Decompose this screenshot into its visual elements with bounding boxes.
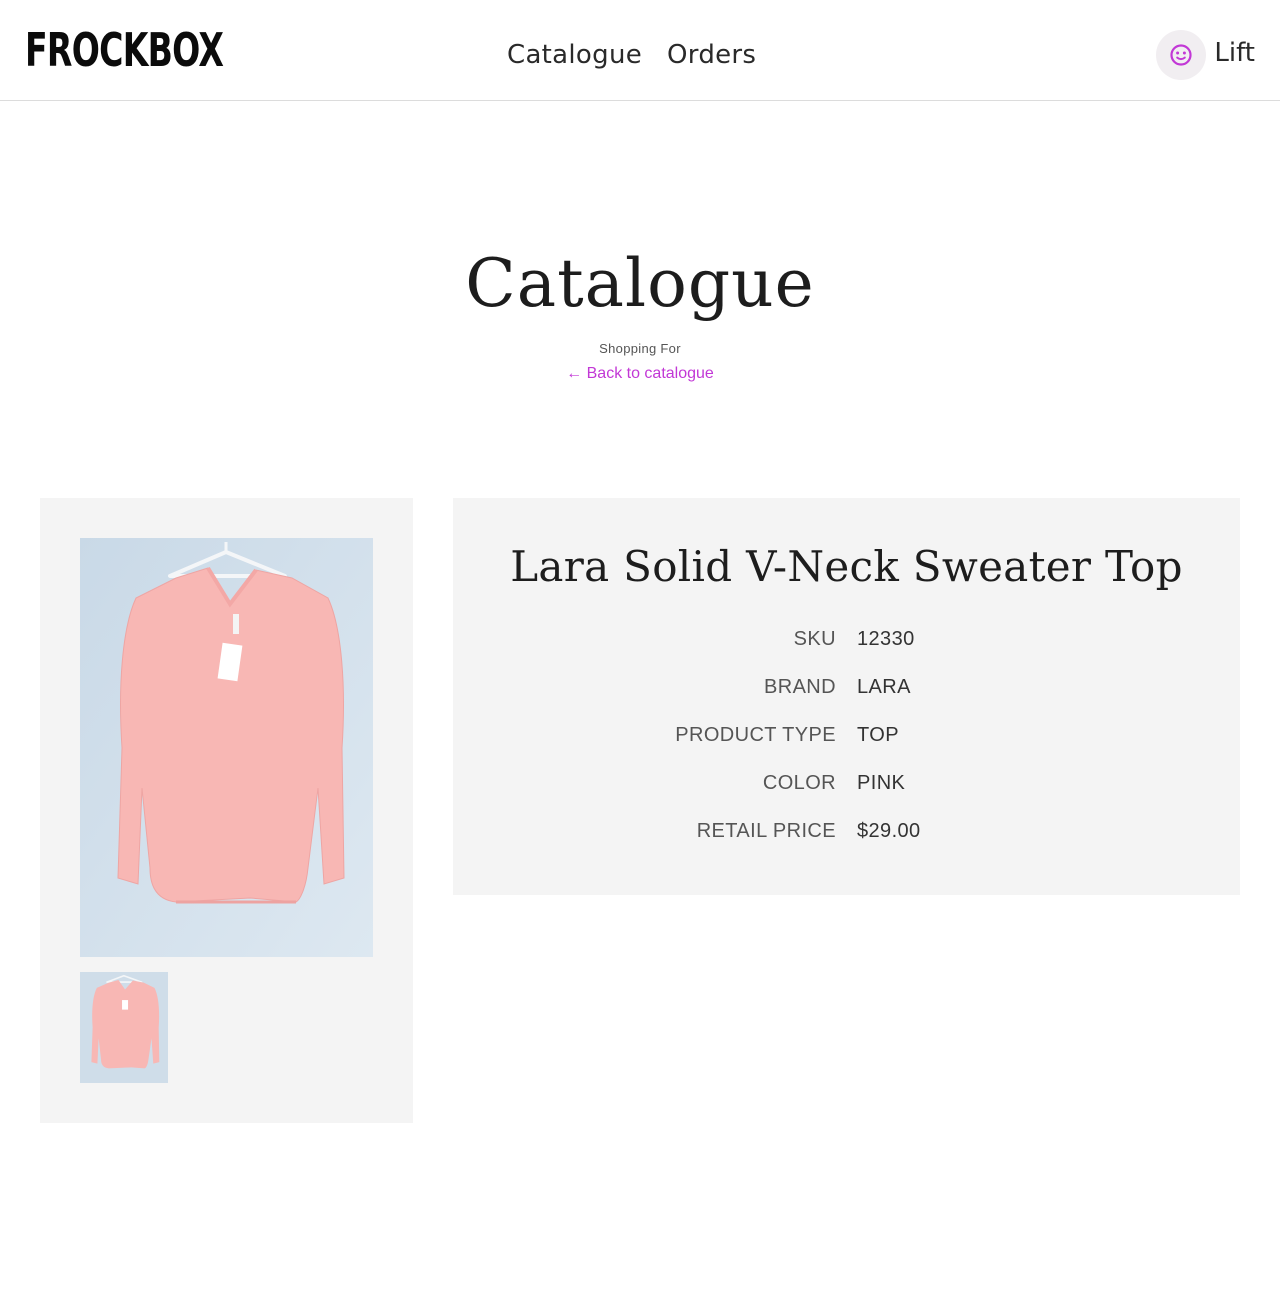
pink-sweater-on-hanger-photo (80, 538, 373, 957)
spec-row-product-type: PRODUCT TYPE TOP (453, 721, 1240, 749)
user-name[interactable]: Lift (1214, 30, 1255, 76)
spec-label: BRAND (763, 676, 836, 698)
product-details-panel: Lara Solid V-Neck Sweater Top SKU 12330 … (453, 498, 1240, 895)
frockbox-logo[interactable]: FROCKBOX (25, 24, 224, 76)
spec-label: RETAIL PRICE (696, 820, 836, 842)
nav-orders-link[interactable]: Orders (667, 36, 756, 74)
avatar[interactable] (1156, 30, 1207, 80)
spec-row-brand: BRAND LARA (453, 673, 1240, 701)
smiley-face-icon (1170, 44, 1192, 66)
spec-row-color: COLOR PINK (453, 769, 1240, 797)
product-image-gallery (40, 498, 413, 1123)
product-main-image[interactable] (80, 538, 373, 957)
back-to-catalogue-link[interactable]: ← Back to catalogue (0, 364, 1280, 384)
product-thumbnail[interactable] (80, 972, 168, 1083)
spec-value: $29.00 (857, 820, 921, 842)
spec-value: LARA (857, 676, 911, 698)
spec-row-sku: SKU 12330 (453, 625, 1240, 653)
spec-label: COLOR (762, 772, 836, 794)
spec-value: 12330 (857, 628, 915, 650)
spec-value: TOP (857, 724, 899, 746)
page-title: Catalogue (465, 245, 815, 322)
spec-value: PINK (857, 772, 906, 794)
spec-row-retail-price: RETAIL PRICE $29.00 (453, 817, 1240, 845)
shopping-for-label: Shopping For (599, 341, 681, 356)
product-name: Lara Solid V-Neck Sweater Top (510, 542, 1183, 591)
nav-catalogue-link[interactable]: Catalogue (507, 36, 642, 74)
spec-label: SKU (793, 628, 836, 650)
pink-sweater-on-hanger-photo (80, 972, 168, 1083)
user-menu[interactable]: Lift (1156, 30, 1255, 80)
main-navigation: Catalogue Orders (507, 36, 756, 74)
top-navigation-bar: FROCKBOX Catalogue Orders Lift (0, 0, 1280, 101)
spec-label: PRODUCT TYPE (675, 724, 836, 746)
